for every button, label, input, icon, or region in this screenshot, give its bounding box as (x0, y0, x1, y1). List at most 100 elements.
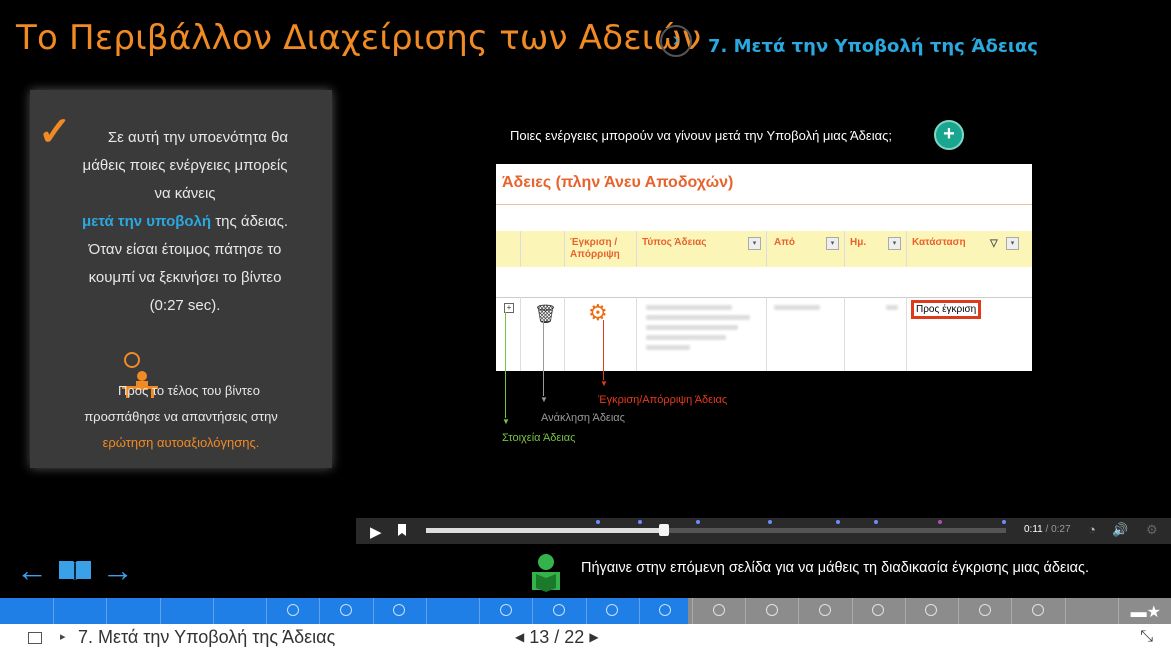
column-header: Έγκριση / Απόρριψη (570, 237, 620, 260)
progress-segment-divider (1065, 598, 1066, 624)
speedometer-icon[interactable]: ◔ (1088, 522, 1096, 537)
chevron-down-icon[interactable]: ▾ (888, 237, 901, 250)
star-icon[interactable]: ▬★ (1131, 602, 1161, 622)
volume-icon[interactable]: 🔊 (1112, 522, 1128, 538)
progress-checkpoint[interactable] (500, 604, 512, 616)
progress-segment-divider (1118, 598, 1119, 624)
column-header: Κατάσταση (912, 237, 966, 248)
progress-segment-divider (319, 598, 320, 624)
blurred-text (774, 305, 820, 310)
menu-icon[interactable] (28, 632, 42, 644)
progress-checkpoint[interactable] (340, 604, 352, 616)
approve-callout-line (603, 320, 604, 380)
play-icon[interactable]: ▶ (370, 523, 382, 541)
time-readout: 0:11 / 0:27 (1024, 524, 1071, 535)
progress-checkpoint[interactable] (393, 604, 405, 616)
progress-segment-divider (958, 598, 959, 624)
chevron-down-icon[interactable]: ▾ (1006, 237, 1019, 250)
cue-marker[interactable] (836, 520, 840, 524)
details-annotation: Στοιχεία Άδειας (502, 432, 576, 444)
progress-segment-divider (692, 598, 693, 624)
arrow-down-icon: ▼ (502, 417, 510, 426)
progress-checkpoint[interactable] (979, 604, 991, 616)
leave-table-screenshot: Άδειες (πλην Άνευ Αποδοχών) Έγκριση / Απ… (496, 164, 1032, 371)
arrow-down-icon: ▼ (540, 395, 548, 404)
note-line: προσπάθησε να απαντήσεις στην (84, 409, 278, 424)
filter-icon[interactable]: ▽ (990, 238, 998, 250)
cue-marker[interactable] (938, 520, 942, 524)
blurred-text (646, 325, 738, 330)
divider (496, 297, 1032, 298)
slide-progress-bar[interactable]: ▬★ (0, 598, 1171, 624)
column-header: Τύπος Άδειας (642, 237, 707, 248)
progress-checkpoint[interactable] (872, 604, 884, 616)
progress-segment-divider (106, 598, 107, 624)
progress-segment-divider (53, 598, 54, 624)
chevron-down-icon[interactable]: ▾ (826, 237, 839, 250)
cue-marker[interactable] (768, 520, 772, 524)
cue-marker[interactable] (874, 520, 878, 524)
cue-marker[interactable] (1002, 520, 1006, 524)
divider (636, 231, 637, 267)
current-page: 13 (529, 627, 550, 647)
next-section-button[interactable]: › (660, 25, 692, 57)
reader-icon (532, 554, 560, 592)
table-header: Έγκριση / Απόρριψη Τύπος Άδειας ▾ Από ▾ … (496, 231, 1032, 267)
progress-checkpoint[interactable] (766, 604, 778, 616)
progress-checkpoint[interactable] (713, 604, 725, 616)
prev-slide-button[interactable]: ◀ (515, 630, 524, 644)
breadcrumb[interactable]: 7. Μετά την Υποβολή της Άδειας (78, 627, 335, 648)
self-assessment-link[interactable]: ερώτηση αυτοαξιολόγησης. (36, 430, 326, 456)
book-icon[interactable] (57, 557, 93, 583)
page-title: Το Περιβάλλον Διαχείρισης των Αδειών (16, 18, 702, 58)
progress-segment-divider (373, 598, 374, 624)
progress-segment-divider (160, 598, 161, 624)
intro-line: μάθεις ποιες ενέργειες μπορείς (82, 157, 288, 174)
page-separator: / (549, 627, 565, 647)
intro-line: Σε αυτή την υποενότητα θα (107, 129, 289, 146)
progress-checkpoint[interactable] (819, 604, 831, 616)
gear-icon[interactable]: ⚙ (588, 302, 608, 324)
seek-bar[interactable] (426, 520, 1006, 536)
screenshot-title: Άδειες (πλην Άνευ Αποδοχών) (502, 174, 734, 191)
progress-segment-divider (798, 598, 799, 624)
chevron-down-icon[interactable]: ▾ (748, 237, 761, 250)
slide-stage: Το Περιβάλλον Διαχείρισης των Αδειών › 7… (0, 0, 1171, 598)
progress-checkpoint[interactable] (1032, 604, 1044, 616)
divider (906, 231, 907, 267)
progress-segment-divider (905, 598, 906, 624)
intro-line: μετά την υποβολή της άδειας. (42, 208, 328, 236)
plus-circle-icon[interactable]: + (934, 120, 964, 150)
divider (496, 204, 1032, 205)
cue-marker[interactable] (596, 520, 600, 524)
progress-checkpoint[interactable] (553, 604, 565, 616)
progress-segment-divider (586, 598, 587, 624)
divider (564, 297, 565, 371)
cue-marker[interactable] (638, 520, 642, 524)
progress-checkpoint[interactable] (659, 604, 671, 616)
next-slide-button[interactable]: ▶ (589, 630, 598, 644)
intro-highlight: μετά την υποβολή (81, 213, 212, 230)
progress-segment-divider (532, 598, 533, 624)
progress-segment-divider (745, 598, 746, 624)
chevron-right-icon: ▸ (60, 631, 66, 643)
divider (520, 231, 521, 267)
progress-segment-divider (1011, 598, 1012, 624)
collapse-icon[interactable]: ⤡ (1140, 628, 1153, 646)
next-page-button[interactable]: → (102, 552, 134, 588)
settings-icon[interactable]: ⚙ (1146, 522, 1158, 538)
self-assessment-note: Προς το τέλος του βίντεο προσπάθησε να α… (36, 378, 326, 456)
trash-icon[interactable]: 🗑 (534, 304, 557, 325)
progress-checkpoint[interactable] (606, 604, 618, 616)
prev-page-button[interactable]: ← (16, 552, 48, 588)
arrow-down-icon: ▼ (600, 379, 608, 388)
progress-checkpoint[interactable] (925, 604, 937, 616)
column-header: Από (774, 237, 795, 248)
revoke-annotation: Ανάκληση Άδειας (541, 412, 625, 424)
progress-checkpoint[interactable] (287, 604, 299, 616)
seek-handle[interactable] (658, 524, 669, 536)
details-callout-line (505, 312, 506, 418)
bookmark-icon[interactable] (398, 524, 406, 536)
cue-marker[interactable] (696, 520, 700, 524)
divider (844, 231, 845, 267)
